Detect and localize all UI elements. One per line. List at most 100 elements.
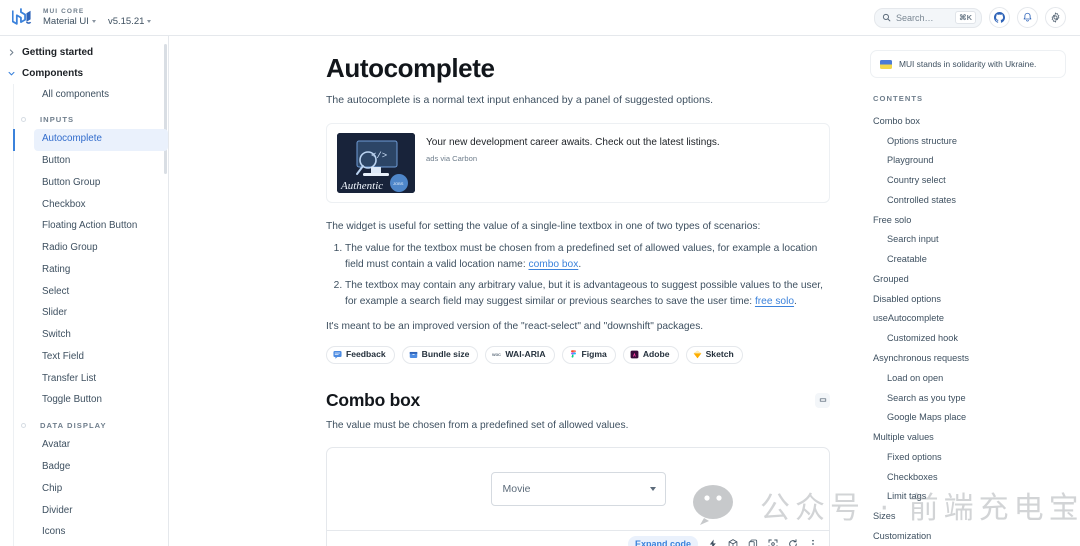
toc-item-combo-box[interactable]: Combo box — [870, 111, 1066, 131]
toc-item-customization[interactable]: Customization — [870, 526, 1066, 546]
carbon-ad[interactable]: </> Authentic JOBS Your new development … — [326, 122, 830, 203]
settings-button[interactable] — [1045, 7, 1066, 28]
scenario-text-end: . — [794, 295, 797, 307]
toc-item-search-as-you-type[interactable]: Search as you type — [870, 388, 1066, 408]
sidebar-item-all-components[interactable]: All components — [34, 84, 168, 106]
section-anchor-button[interactable] — [815, 392, 830, 408]
chevron-down-icon — [147, 20, 152, 24]
more-options-button[interactable] — [804, 535, 821, 546]
notifications-button[interactable] — [1017, 7, 1038, 28]
sidebar-item-icons[interactable]: Icons — [34, 522, 168, 544]
sidebar-item-radio-group[interactable]: Radio Group — [34, 238, 168, 260]
stackblitz-button[interactable] — [704, 535, 721, 546]
chip-bundle-size[interactable]: Bundle size — [401, 345, 479, 364]
svg-text:</>: </> — [371, 151, 387, 161]
toc-item-asynchronous-requests[interactable]: Asynchronous requests — [870, 348, 1066, 368]
toc-item-limit-tags[interactable]: Limit tags — [870, 487, 1066, 507]
more-vertical-icon — [811, 539, 814, 545]
toc-item-checkboxes[interactable]: Checkboxes — [870, 467, 1066, 487]
toc-item-useautocomplete[interactable]: useAutocomplete — [870, 309, 1066, 329]
toc-item-google-maps-place[interactable]: Google Maps place — [870, 408, 1066, 428]
chip-wai-aria[interactable]: W3C WAI-ARIA — [485, 345, 555, 364]
resource-chips: Feedback Bundle size W3C WAI-ARIA Figma … — [326, 345, 830, 364]
sidebar-item-badge[interactable]: Badge — [34, 456, 168, 478]
toc-item-creatable[interactable]: Creatable — [870, 250, 1066, 270]
product-label: Material UI — [43, 16, 89, 28]
toc-item-controlled-states[interactable]: Controlled states — [870, 190, 1066, 210]
sidebar-item-checkbox[interactable]: Checkbox — [34, 194, 168, 216]
toc-list: Combo box Options structure Playground C… — [870, 111, 1066, 546]
combo-box-link[interactable]: combo box — [528, 259, 578, 270]
sidebar-item-button[interactable]: Button — [34, 151, 168, 173]
toc-item-options-structure[interactable]: Options structure — [870, 131, 1066, 151]
sidebar-item-button-group[interactable]: Button Group — [34, 172, 168, 194]
feedback-icon — [333, 351, 342, 359]
sidebar-item-chip[interactable]: Chip — [34, 478, 168, 500]
sidebar-scrollbar[interactable] — [164, 44, 167, 174]
brand-block[interactable]: MUI CORE Material UI v5.15.21 — [12, 7, 152, 28]
ad-illustration-icon: </> Authentic JOBS — [337, 132, 415, 193]
sidebar-item-text-field[interactable]: Text Field — [34, 346, 168, 368]
search-shortcut-badge: ⌘K — [955, 11, 976, 24]
toc-item-load-on-open[interactable]: Load on open — [870, 368, 1066, 388]
ukraine-banner-text: MUI stands in solidarity with Ukraine. — [899, 59, 1037, 69]
brand-selectors: Material UI v5.15.21 — [43, 16, 152, 28]
chevron-down-icon[interactable] — [649, 486, 656, 491]
sidebar-item-slider[interactable]: Slider — [34, 303, 168, 325]
sidebar-item-divider[interactable]: Divider — [34, 500, 168, 522]
sidebar-item-toggle-button[interactable]: Toggle Button — [34, 390, 168, 412]
list-item: The textbox may contain any arbitrary va… — [345, 278, 830, 310]
version-label: v5.15.21 — [107, 16, 145, 28]
chip-label: Sketch — [705, 349, 734, 360]
sidebar-group-components[interactable]: Components — [0, 63, 168, 84]
sidebar-item-select[interactable]: Select — [34, 281, 168, 303]
chip-adobe[interactable]: Adobe — [622, 345, 679, 364]
toc-item-playground[interactable]: Playground — [870, 151, 1066, 171]
sidebar-item-switch[interactable]: Switch — [34, 325, 168, 347]
sidebar-item-autocomplete[interactable]: Autocomplete — [13, 128, 168, 151]
toc-item-multiple-values[interactable]: Multiple values — [870, 427, 1066, 447]
sidebar-group-getting-started[interactable]: Getting started — [0, 42, 168, 63]
toc-item-customized-hook[interactable]: Customized hook — [870, 329, 1066, 349]
sketch-icon — [693, 350, 701, 359]
free-solo-link[interactable]: free solo — [755, 296, 794, 307]
chevron-down-icon — [91, 20, 96, 24]
codesandbox-button[interactable] — [724, 535, 741, 546]
scenario-text-end: . — [578, 259, 582, 271]
sidebar-item-transfer-list[interactable]: Transfer List — [34, 368, 168, 390]
reset-button[interactable] — [784, 535, 801, 546]
section-title: Combo box — [326, 389, 420, 410]
ukraine-flag-icon — [880, 60, 892, 69]
sidebar-item-floating-action-button[interactable]: Floating Action Button — [34, 216, 168, 238]
github-button[interactable] — [989, 7, 1010, 28]
product-selector[interactable]: Material UI — [43, 17, 96, 27]
sidebar-item-avatar[interactable]: Avatar — [34, 435, 168, 457]
movie-autocomplete-input[interactable]: Movie — [490, 471, 666, 506]
toc-item-sizes[interactable]: Sizes — [870, 507, 1066, 527]
section-subtitle: The value must be chosen from a predefin… — [326, 419, 629, 431]
toc-item-free-solo[interactable]: Free solo — [870, 210, 1066, 230]
expand-code-button[interactable]: Expand code — [627, 535, 698, 546]
mui-logo-icon — [12, 7, 32, 25]
sidebar-category-inputs: INPUTS — [14, 106, 168, 129]
toc-item-grouped[interactable]: Grouped — [870, 269, 1066, 289]
chip-feedback[interactable]: Feedback — [326, 345, 395, 364]
copy-button[interactable] — [744, 535, 761, 546]
demo-toolbar: Expand code — [327, 529, 829, 546]
toc-item-fixed-options[interactable]: Fixed options — [870, 447, 1066, 467]
stackblitz-icon — [709, 539, 716, 546]
page-title: Autocomplete — [326, 53, 495, 83]
chip-figma[interactable]: Figma — [561, 345, 616, 364]
sidebar-item-rating[interactable]: Rating — [34, 259, 168, 281]
version-selector[interactable]: v5.15.21 — [107, 16, 152, 28]
wai-aria-icon: W3C — [492, 352, 501, 357]
search-placeholder: Search… — [896, 12, 934, 23]
toc-item-search-input[interactable]: Search input — [870, 230, 1066, 250]
toc-item-disabled-options[interactable]: Disabled options — [870, 289, 1066, 309]
toc-item-country-select[interactable]: Country select — [870, 170, 1066, 190]
ukraine-solidarity-banner[interactable]: MUI stands in solidarity with Ukraine. — [870, 50, 1066, 79]
search-input[interactable]: Search… ⌘K — [874, 7, 982, 28]
fullscreen-button[interactable] — [764, 535, 781, 546]
chip-sketch[interactable]: Sketch — [685, 345, 743, 364]
chip-label: WAI-ARIA — [505, 349, 546, 360]
